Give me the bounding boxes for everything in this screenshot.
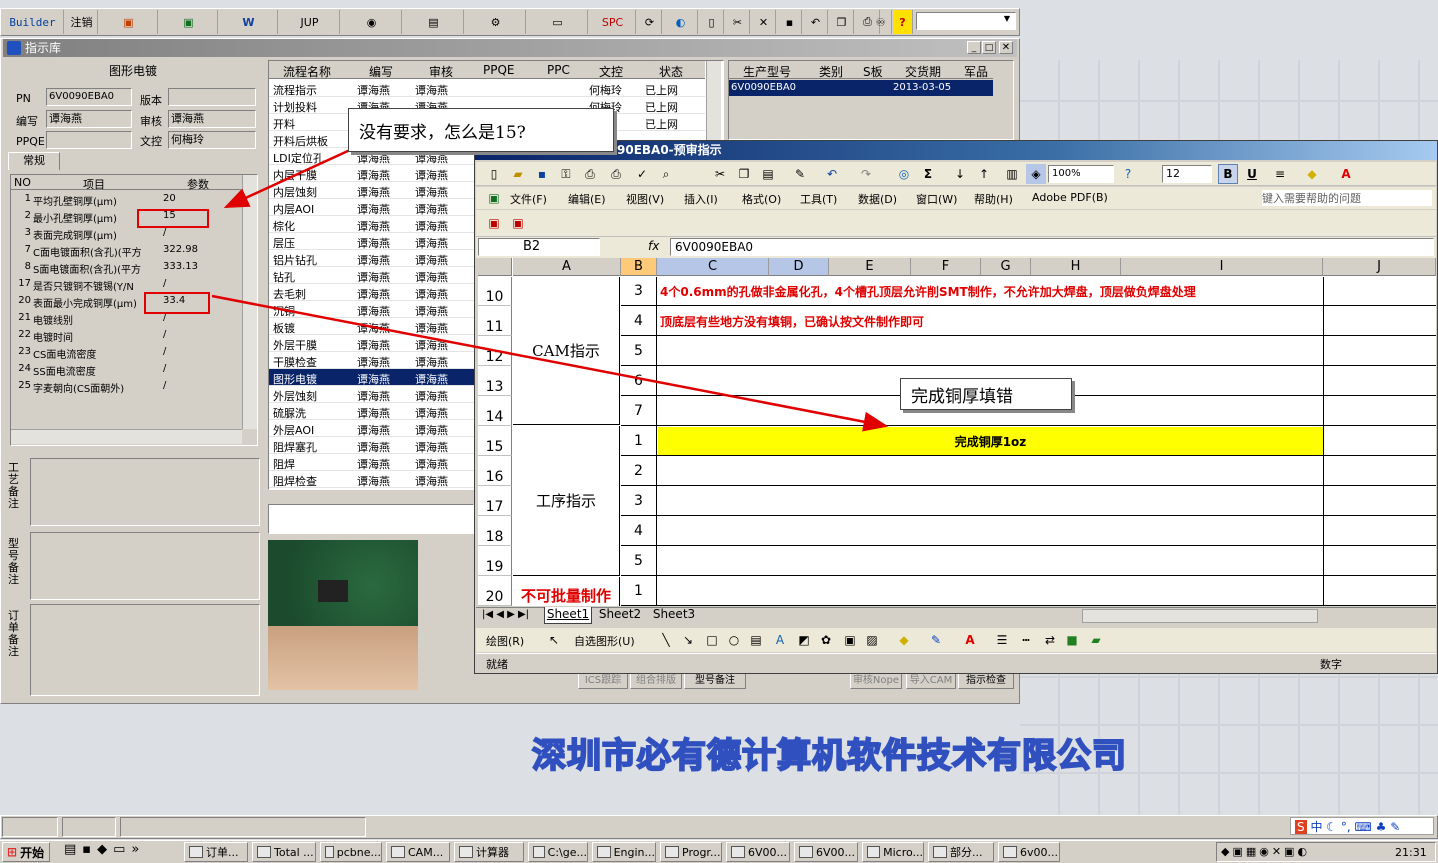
taskbar-button[interactable]: C:\ge... (528, 842, 588, 862)
arrow-callout-1 (223, 148, 351, 209)
taskbar-label: 订单... (206, 846, 239, 859)
app-icon (731, 846, 745, 858)
taskbar-button[interactable]: Engin... (592, 842, 656, 862)
taskbar-label: 部分... (950, 846, 983, 859)
tray-icons: ◆▣▦◉✕▣◐ (1221, 845, 1311, 858)
taskbar-label: 6v00... (1020, 845, 1058, 859)
taskbar-button[interactable]: Micro... (862, 842, 924, 862)
sogou-icon: S (1295, 820, 1307, 834)
app-icon (933, 846, 947, 858)
system-tray: ◆▣▦◉✕▣◐ 21:31 (1216, 842, 1436, 862)
taskbar-button[interactable]: CAM... (386, 842, 450, 862)
taskbar-button[interactable]: 6V00... (726, 842, 790, 862)
company-watermark: 深圳市必有德计算机软件技术有限公司 (531, 735, 1127, 777)
taskbar-label: CAM... (408, 845, 444, 859)
callout-wrong-copper: 完成铜厚填错 (900, 378, 1072, 410)
arrow-callout-2 (211, 294, 889, 432)
taskbar-label: Progr... (682, 845, 721, 859)
start-button[interactable]: ⊞ 开始 (2, 842, 50, 862)
callout-no-requirement: 没有要求，怎么是15? (348, 108, 614, 152)
app-icon (867, 846, 881, 858)
app-icon (799, 846, 813, 858)
app-icon (189, 846, 203, 858)
app-icon (391, 846, 405, 858)
app-icon (459, 846, 473, 858)
taskbar-label: 计算器 (476, 846, 509, 859)
app-icon (257, 846, 271, 858)
status-segment-2 (62, 817, 116, 837)
taskbar-button[interactable]: 6V00... (794, 842, 858, 862)
taskbar-button[interactable]: 部分... (928, 842, 994, 862)
start-label: 开始 (20, 845, 45, 860)
taskbar-button[interactable]: 订单... (184, 842, 248, 862)
taskbar-button[interactable]: Total ... (252, 842, 316, 862)
taskbar-button[interactable]: 计算器 (454, 842, 524, 862)
clock: 21:31 (1395, 846, 1427, 859)
app-icon (597, 846, 611, 858)
taskbar-button[interactable]: 6v00... (998, 842, 1060, 862)
ime-indicator[interactable]: S 中 ☾ °, ⌨ ♣ ✎ (1290, 817, 1434, 835)
app-icon (533, 846, 545, 858)
taskbar-button[interactable]: Progr... (660, 842, 722, 862)
taskbar-label: pcbne... (336, 845, 381, 859)
app-icon (325, 846, 334, 858)
taskbar-label: Total ... (274, 845, 314, 859)
taskbar-button[interactable]: pcbne... (320, 842, 382, 862)
taskbar-label: Engin... (613, 845, 655, 859)
quicklaunch: ▤▪◆▭» (64, 842, 146, 857)
status-segment-3 (120, 817, 366, 837)
taskbar-label: C:\ge... (547, 845, 587, 859)
ime-chinese-mode: 中 (1310, 820, 1323, 834)
taskbar-label: Micro... (883, 845, 923, 859)
taskbar-label: 6V00... (748, 845, 788, 859)
app-icon (1003, 846, 1017, 858)
app-icon (665, 846, 679, 858)
windows-icon: ⊞ (7, 845, 18, 859)
taskbar-label: 6V00... (816, 845, 856, 859)
status-segment-1 (2, 817, 58, 837)
